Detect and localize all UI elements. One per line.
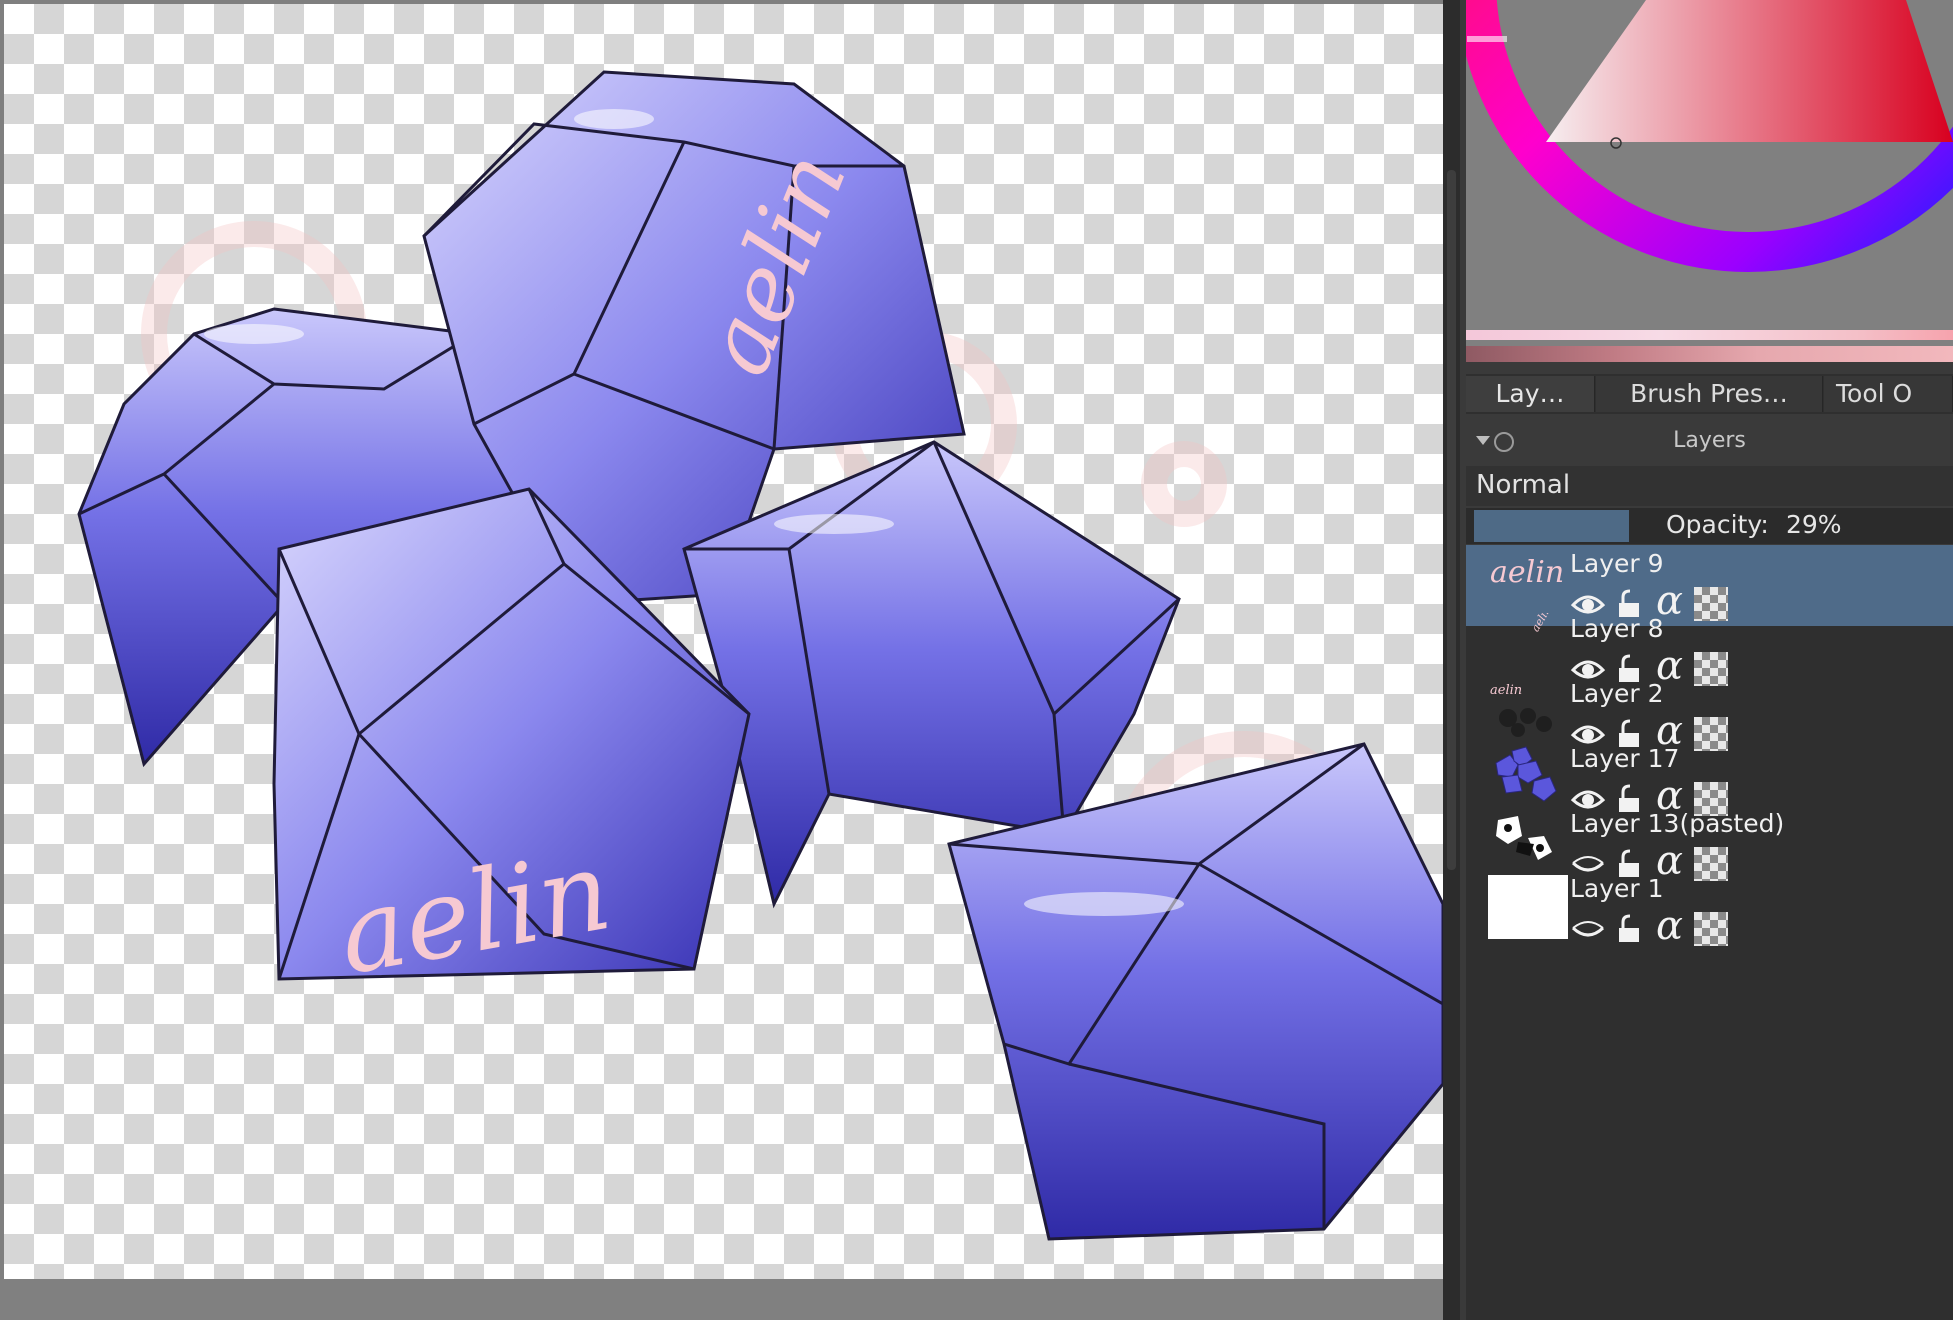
docker-tab-bar: Lay… Brush Pres… Tool O bbox=[1466, 374, 1953, 414]
tab-tool-options[interactable]: Tool O bbox=[1824, 376, 1953, 412]
color-gradient-bar[interactable] bbox=[1466, 346, 1953, 362]
advanced-color-selector[interactable] bbox=[1466, 0, 1953, 360]
eye-closed-icon[interactable] bbox=[1570, 912, 1606, 946]
layer-row[interactable]: Layer 1 α bbox=[1466, 870, 1953, 951]
layer-thumbnail bbox=[1488, 743, 1568, 809]
layers-docker-title: Layers bbox=[1673, 428, 1746, 453]
layer-thumbnail: aelin bbox=[1488, 613, 1568, 679]
layer-thumbnail bbox=[1488, 873, 1568, 939]
opacity-slider[interactable]: Opacity: 29% bbox=[1466, 508, 1953, 544]
lock-icon[interactable] bbox=[1612, 912, 1648, 946]
layer-name[interactable]: Layer 1 bbox=[1570, 874, 1664, 903]
layers-docker-titlebar: Layers bbox=[1466, 420, 1953, 462]
blend-mode-select[interactable]: Normal bbox=[1466, 466, 1953, 506]
layer-name[interactable]: Layer 9 bbox=[1570, 549, 1664, 578]
alpha-lock-icon[interactable]: α bbox=[1656, 906, 1692, 946]
layer-thumbnail: aelin bbox=[1488, 548, 1568, 614]
layer-list: aelin Layer 9 α aelin Layer 8 α aelin La… bbox=[1466, 545, 1953, 1320]
layer-thumbnail bbox=[1488, 808, 1568, 874]
layer-thumbnail: aelin bbox=[1488, 678, 1568, 744]
inherit-alpha-icon[interactable] bbox=[1694, 912, 1728, 946]
tab-layers[interactable]: Lay… bbox=[1466, 376, 1595, 412]
svg-text:aelin: aelin bbox=[1490, 555, 1564, 590]
color-wheel[interactable] bbox=[1466, 0, 1953, 330]
layer-name[interactable]: Layer 17 bbox=[1570, 744, 1679, 773]
right-dock: Lay… Brush Pres… Tool O Layers Normal Op… bbox=[1460, 0, 1953, 1320]
canvas-area[interactable]: aelin aelin bbox=[0, 0, 1443, 1320]
opacity-slider-fill bbox=[1474, 510, 1629, 542]
svg-text:aelin: aelin bbox=[1529, 613, 1554, 634]
canvas-bottom-bar bbox=[0, 1279, 1443, 1320]
drawing-canvas[interactable]: aelin aelin bbox=[4, 4, 1443, 1279]
layer-name[interactable]: Layer 13(pasted) bbox=[1570, 809, 1784, 838]
opacity-label: Opacity: bbox=[1666, 510, 1769, 539]
svg-text:aelin: aelin bbox=[1490, 683, 1522, 698]
artwork: aelin aelin bbox=[77, 70, 1443, 1241]
color-history-bar[interactable] bbox=[1466, 330, 1953, 340]
opacity-value: 29% bbox=[1786, 510, 1842, 539]
blend-mode-value: Normal bbox=[1476, 470, 1571, 500]
canvas-scroll-thumb[interactable] bbox=[1447, 170, 1456, 870]
tab-brush-presets[interactable]: Brush Pres… bbox=[1596, 376, 1823, 412]
layer-name[interactable]: Layer 8 bbox=[1570, 614, 1664, 643]
layer-name[interactable]: Layer 2 bbox=[1570, 679, 1664, 708]
